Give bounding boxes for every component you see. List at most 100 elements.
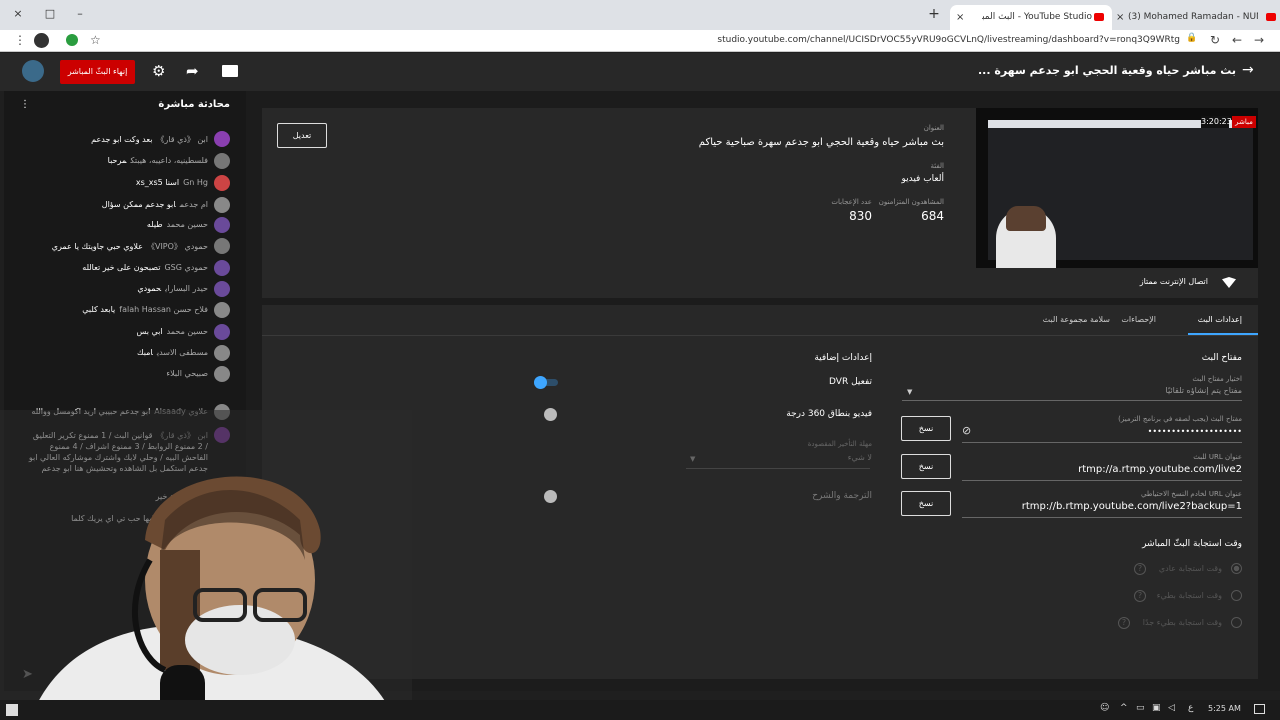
chat-avatar[interactable] [214, 217, 230, 233]
chat-avatar[interactable] [214, 324, 230, 340]
chat-avatar[interactable] [214, 131, 230, 147]
dvr-toggle-knob[interactable] [534, 376, 547, 389]
chat-author[interactable]: ابن 《ذي قار》 [156, 135, 208, 144]
chat-avatar[interactable] [214, 197, 230, 213]
url-label: عنوان URL للبث [1193, 453, 1242, 461]
volume-icon[interactable]: ◁ [1168, 703, 1175, 713]
chat-avatar[interactable] [214, 366, 230, 382]
latency-radio[interactable] [1231, 563, 1242, 574]
chat-avatar[interactable] [214, 153, 230, 169]
end-stream-button[interactable]: إنهاء البثّ المباشر [60, 60, 135, 84]
captions-label: الترجمة والشرح [812, 491, 872, 501]
clapper-icon[interactable] [222, 65, 238, 77]
people-icon[interactable]: ☺ [1100, 703, 1109, 713]
share-icon[interactable]: ➦ [186, 62, 199, 80]
back-arrow-icon[interactable]: → [1242, 62, 1254, 78]
window-maximize-button[interactable]: □ [40, 4, 60, 24]
video360-toggle-knob[interactable] [544, 408, 557, 421]
connection-label: اتصال الإنترنت ممتاز [1139, 277, 1208, 286]
viewers-label: المشاهدون المتزامنون [878, 198, 944, 206]
window-minimize-button[interactable]: – [70, 4, 90, 24]
chat-menu-icon[interactable]: ⋮ [20, 99, 30, 110]
chat-text: تصبحون على خير تعالله [82, 263, 161, 272]
chat-avatar[interactable] [214, 238, 230, 254]
chat-title: محادثة مباشرة [158, 99, 230, 110]
chat-message: حمودي GSGتصبحون على خير تعالله [82, 263, 208, 272]
chat-author[interactable]: ام جدعم [180, 200, 208, 209]
tab-stream-settings[interactable]: إعدادات البث [1198, 315, 1242, 324]
chat-author[interactable]: حسين محمد [167, 220, 208, 229]
tab-analytics[interactable]: الإحصاءات [1121, 315, 1156, 324]
latency-radio[interactable] [1231, 617, 1242, 628]
chat-author[interactable]: فلاح حسن falah Hassan [119, 305, 208, 314]
chat-message: ابن 《ذي قار》بعد وكت ابو جدعم [91, 134, 208, 145]
tab-youtube-studio[interactable]: × YouTube Studio - البث المباشر [950, 5, 1112, 30]
chat-author[interactable]: مسطفى الاسدي [157, 348, 208, 357]
profile-avatar[interactable] [34, 33, 49, 48]
new-tab-button[interactable]: + [924, 4, 944, 24]
select-key-value[interactable]: مفتاح يتم إنشاؤه تلقائيًا [1166, 386, 1242, 395]
tab-close-icon[interactable]: × [956, 5, 964, 30]
clock-time[interactable]: 5:25 AM [1208, 704, 1241, 713]
tab-stream-health[interactable]: سلامة مجموعة البث [1043, 315, 1110, 324]
windows-start-icon[interactable] [6, 704, 18, 716]
help-icon[interactable]: ? [1134, 590, 1146, 602]
youtube-icon [1094, 13, 1104, 21]
title-label: العنوان [923, 124, 944, 132]
input-language[interactable]: ع [1188, 703, 1193, 713]
window-close-button[interactable]: × [8, 4, 28, 24]
edit-button[interactable]: تعديل [277, 123, 327, 148]
delay-dropdown-arrow-icon[interactable]: ▼ [690, 455, 695, 463]
chat-author[interactable]: حسين محمد [167, 327, 208, 336]
bookmark-star-icon[interactable]: ☆ [90, 33, 101, 47]
copy-backup-url-button[interactable]: نسخ [901, 491, 951, 516]
chat-author[interactable]: حمودي 《VIPO》 [147, 242, 208, 251]
url-text[interactable]: studio.youtube.com/channel/UCISDrVOC55yV… [600, 35, 1180, 45]
latency-option-label: وقت استجابة بطيء [1156, 591, 1222, 600]
menu-dots-icon[interactable]: ⋮ [14, 33, 26, 47]
copy-key-button[interactable]: نسخ [901, 416, 951, 441]
windows-taskbar: ☺ ^ ▭ ▣ ◁ ع 5:25 AM [0, 700, 1280, 720]
chat-message: حمودي 《VIPO》 علاوي حبي جاويتك يا عمري [52, 241, 208, 252]
stream-preview[interactable]: 3:20:23 مباشر [976, 108, 1258, 268]
extension-icon[interactable] [66, 34, 78, 46]
delay-value[interactable]: لا شيء [848, 453, 872, 462]
help-icon[interactable]: ? [1118, 617, 1130, 629]
backup-url-value[interactable]: rtmp://b.rtmp.youtube.com/live2?backup=1 [1022, 501, 1242, 512]
chat-avatar[interactable] [214, 345, 230, 361]
captions-toggle-knob[interactable] [544, 490, 557, 503]
key-field-value[interactable]: •••••••••••••••••••• [1148, 427, 1242, 436]
chat-avatar[interactable] [214, 175, 230, 191]
notifications-icon[interactable] [1254, 704, 1265, 714]
chat-author[interactable]: Gn Hg [183, 178, 208, 187]
chat-avatar[interactable] [214, 281, 230, 297]
chat-author[interactable]: حمودي GSG [164, 263, 208, 272]
stream-key-heading: مفتاح البث [1201, 353, 1242, 363]
back-icon[interactable]: ← [1232, 33, 1242, 47]
lock-icon[interactable]: 🔒 [1186, 33, 1197, 43]
browser-tab-strip: × □ – + × YouTube Studio - البث المباشر … [0, 0, 1280, 30]
forward-icon[interactable]: → [1254, 33, 1264, 47]
chat-author[interactable]: فلسطينيه، داعيبه، هيبتك [130, 156, 208, 165]
url-value[interactable]: rtmp://a.rtmp.youtube.com/live2 [1078, 464, 1242, 475]
copy-url-button[interactable]: نسخ [901, 454, 951, 479]
monitor-icon[interactable]: ▣ [1152, 703, 1161, 713]
network-icon[interactable]: ▭ [1136, 703, 1145, 713]
reload-icon[interactable]: ↻ [1210, 33, 1220, 47]
studio-header: إنهاء البثّ المباشر ⚙ ➦ بث مباشر حياه وق… [0, 53, 1280, 91]
chat-avatar[interactable] [214, 302, 230, 318]
help-icon[interactable]: ? [1134, 563, 1146, 575]
chat-author[interactable]: حيدر البساراي [165, 284, 208, 293]
tab-youtube-music[interactable]: × (3) Mohamed Ramadan - NUMB [1112, 5, 1280, 30]
tab-close-icon[interactable]: × [1116, 5, 1124, 30]
latency-option-label: وقت استجابة بطيء جدًا [1142, 618, 1222, 627]
gear-icon[interactable]: ⚙ [152, 62, 165, 80]
title-value: بث مباشر حياه وقعية الحجي ابو جدعم سهرة … [698, 137, 944, 148]
chevron-up-icon[interactable]: ^ [1120, 703, 1128, 713]
chat-author[interactable]: صبيحي البلاء [166, 369, 208, 378]
dropdown-arrow-icon[interactable]: ▼ [907, 388, 912, 396]
latency-radio[interactable] [1231, 590, 1242, 601]
hidden-eye-icon[interactable]: ⊘ [962, 424, 971, 437]
channel-avatar[interactable] [22, 60, 44, 82]
chat-avatar[interactable] [214, 260, 230, 276]
